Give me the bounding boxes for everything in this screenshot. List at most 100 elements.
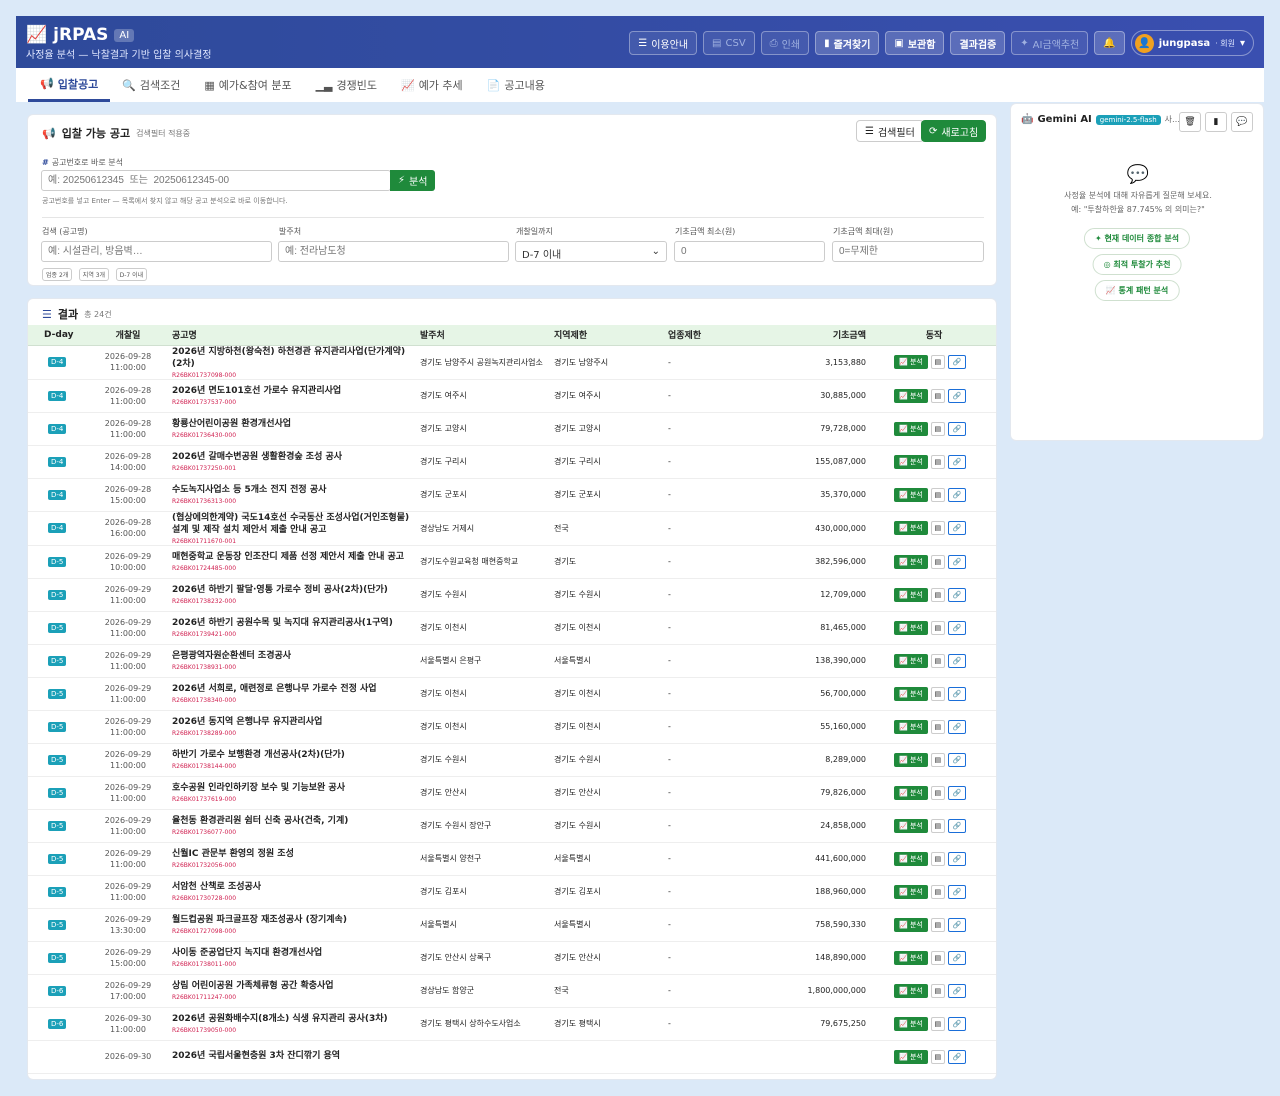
- analyze-button[interactable]: 📈 분석: [894, 653, 928, 668]
- analyze-button[interactable]: 📈 분석: [894, 752, 928, 767]
- document-icon[interactable]: ▤: [930, 653, 945, 668]
- notice-name-cell[interactable]: 수도녹지사업소 등 5개소 전지 전정 공사 R26BK01736313-000: [168, 478, 416, 512]
- pill-data-analysis[interactable]: ✦ 현재 데이터 종합 분석: [1083, 228, 1191, 249]
- notice-name-cell[interactable]: 서암천 산책로 조성공사 R26BK01730728-000: [168, 875, 416, 909]
- favorites-button[interactable]: ▮ 즐겨찾기: [815, 31, 880, 55]
- document-icon[interactable]: ▤: [930, 587, 945, 602]
- notice-name-cell[interactable]: 호수공원 인라인하키장 보수 및 기능보완 공사 R26BK01737619-00…: [168, 776, 416, 810]
- min-amount-input[interactable]: [674, 241, 825, 262]
- link-icon[interactable]: 🔗: [947, 587, 966, 602]
- notice-name-cell[interactable]: 월드컵공원 파크골프장 재조성공사 (장기계속) R26BK01727098-00…: [168, 908, 416, 942]
- col-agency[interactable]: 발주처: [416, 325, 550, 346]
- table-row[interactable]: D-4 2026-09-28 14:00:00 2026년 갈매수변공원 생활환경숲 …: [28, 445, 996, 479]
- analyze-button[interactable]: 📈 분석: [894, 487, 928, 502]
- document-icon[interactable]: ▤: [930, 454, 945, 469]
- table-row[interactable]: D-5 2026-09-29 11:00:00 서암천 산책로 조성공사 R26BK01…: [28, 875, 996, 909]
- table-row[interactable]: D-5 2026-09-29 11:00:00 신월IC 관문부 환영의 정원 조성 R…: [28, 842, 996, 876]
- analyze-button[interactable]: 📈 분석: [894, 454, 928, 469]
- table-row[interactable]: D-5 2026-09-29 11:00:00 2026년 하반기 공원수목 및 녹지…: [28, 611, 996, 645]
- link-icon[interactable]: 🔗: [947, 487, 966, 502]
- table-row[interactable]: D-4 2026-09-28 15:00:00 수도녹지사업소 등 5개소 전지 전정…: [28, 478, 996, 512]
- analyze-button[interactable]: 📈 분석: [894, 983, 928, 998]
- csv-button[interactable]: ▤ CSV: [703, 31, 755, 55]
- tab-trend[interactable]: 📈 예가 추세: [389, 68, 475, 102]
- notice-name-cell[interactable]: 매현중학교 운동장 인조잔디 제품 선정 제안서 제출 안내 공고 R26BK01…: [168, 545, 416, 579]
- link-icon[interactable]: 🔗: [947, 554, 966, 569]
- link-icon[interactable]: 🔗: [947, 917, 966, 932]
- agency-input[interactable]: [278, 241, 509, 262]
- document-icon[interactable]: ▤: [930, 686, 945, 701]
- table-row[interactable]: D-5 2026-09-29 11:00:00 율천동 환경관리원 쉼터 신축 공사(…: [28, 809, 996, 843]
- notice-name-cell[interactable]: 사이동 준공업단지 녹지대 환경개선사업 R26BK01738011-000: [168, 941, 416, 975]
- document-icon[interactable]: ▤: [930, 388, 945, 403]
- app-logo[interactable]: 📈 jRPAS AI: [26, 25, 135, 45]
- table-row[interactable]: D-5 2026-09-29 15:00:00 사이동 준공업단지 녹지대 환경개선사…: [28, 941, 996, 975]
- table-row[interactable]: D-6 2026-09-30 11:00:00 2026년 공원화배수지(8개소) 식…: [28, 1007, 996, 1041]
- table-row[interactable]: D-4 2026-09-28 16:00:00 (협상에의한계약) 국도14호선 수국…: [28, 511, 996, 546]
- document-icon[interactable]: ▤: [930, 620, 945, 635]
- bookmark-icon[interactable]: ▮: [1205, 112, 1227, 132]
- document-icon[interactable]: ▤: [930, 521, 945, 535]
- notice-name-cell[interactable]: 율천동 환경관리원 쉼터 신축 공사(건축, 기계) R26BK01736077-…: [168, 809, 416, 843]
- document-icon[interactable]: ▤: [930, 719, 945, 734]
- search-filter-button[interactable]: ☰ 검색필터: [856, 120, 924, 142]
- print-button[interactable]: ⎙ 인쇄: [760, 31, 810, 55]
- keyword-input[interactable]: [41, 241, 272, 262]
- archive-button[interactable]: ▣ 보관함: [885, 31, 945, 55]
- table-row[interactable]: D-4 2026-09-28 11:00:00 2026년 면도101호선 가로수 유…: [28, 379, 996, 413]
- chip-industry[interactable]: 업종 2개: [42, 268, 73, 281]
- link-icon[interactable]: 🔗: [947, 653, 966, 668]
- table-row[interactable]: D-5 2026-09-29 11:00:00 은평광역자원순환센터 조경공사 R26B…: [28, 644, 996, 678]
- link-icon[interactable]: 🔗: [947, 950, 966, 965]
- link-icon[interactable]: 🔗: [947, 752, 966, 767]
- col-dday[interactable]: D-day: [28, 325, 88, 346]
- trash-icon[interactable]: 🗑: [1179, 112, 1201, 132]
- analyze-button[interactable]: 📈 분석: [894, 521, 928, 535]
- pill-optimal-bid[interactable]: ◎ 최적 투찰가 추천: [1092, 254, 1182, 275]
- chip-date[interactable]: D-7 이내: [115, 268, 148, 281]
- notification-button[interactable]: 🔔: [1094, 31, 1125, 55]
- notice-name-cell[interactable]: 2026년 서희로, 애련정로 은행나무 가로수 전정 사업 R26BK01738…: [168, 677, 416, 711]
- direct-analyze-button[interactable]: ⚡ 분석: [390, 170, 436, 191]
- tab-distribution[interactable]: ▦ 예가&참여 분포: [192, 68, 303, 102]
- chip-region[interactable]: 지역 3개: [78, 268, 110, 281]
- notice-name-cell[interactable]: 2026년 국립서울현충원 3차 잔디깎기 용역: [168, 1040, 416, 1074]
- table-row[interactable]: D-5 2026-09-29 13:30:00 월드컵공원 파크골프장 재조성공사 (…: [28, 908, 996, 942]
- open-date-select[interactable]: D-7 이내 ⌄: [515, 241, 667, 262]
- document-icon[interactable]: ▤: [930, 1016, 945, 1031]
- analyze-button[interactable]: 📈 분석: [894, 388, 928, 403]
- ai-recommend-button[interactable]: ✦ AI금액추천: [1011, 31, 1089, 55]
- table-row[interactable]: D-5 2026-09-29 11:00:00 호수공원 인라인하키장 보수 및 기능…: [28, 776, 996, 810]
- link-icon[interactable]: 🔗: [947, 388, 966, 403]
- analyze-button[interactable]: 📈 분석: [894, 421, 928, 436]
- link-icon[interactable]: 🔗: [947, 355, 966, 369]
- table-row[interactable]: D-4 2026-09-28 11:00:00 황룡산어린이공원 환경개선사업 R26B…: [28, 412, 996, 446]
- analyze-button[interactable]: 📈 분석: [894, 950, 928, 965]
- document-icon[interactable]: ▤: [930, 421, 945, 436]
- col-amount[interactable]: 기초금액: [764, 325, 870, 346]
- notice-name-cell[interactable]: 신월IC 관문부 환영의 정원 조성 R26BK01732056-000: [168, 842, 416, 876]
- notice-name-cell[interactable]: 2026년 공원화배수지(8개소) 식생 유지관리 공사(3차) R26BK017…: [168, 1007, 416, 1041]
- document-icon[interactable]: ▤: [930, 1049, 945, 1064]
- document-icon[interactable]: ▤: [930, 884, 945, 899]
- table-row[interactable]: D-5 2026-09-29 11:00:00 2026년 하반기 팔달·영통 가로수…: [28, 578, 996, 612]
- table-row[interactable]: D-5 2026-09-29 11:00:00 하반기 가로수 보행환경 개선공사(2…: [28, 743, 996, 777]
- link-icon[interactable]: 🔗: [947, 686, 966, 701]
- analyze-button[interactable]: 📈 분석: [894, 785, 928, 800]
- document-icon[interactable]: ▤: [930, 785, 945, 800]
- analyze-button[interactable]: 📈 분석: [894, 587, 928, 602]
- col-industry[interactable]: 업종제한: [664, 325, 764, 346]
- analyze-button[interactable]: 📈 분석: [894, 719, 928, 734]
- document-icon[interactable]: ▤: [930, 983, 945, 998]
- col-date[interactable]: 개찰일: [88, 325, 168, 346]
- link-icon[interactable]: 🔗: [947, 521, 966, 535]
- analyze-button[interactable]: 📈 분석: [894, 1016, 928, 1031]
- verify-button[interactable]: 결과검증: [950, 31, 1006, 55]
- analyze-button[interactable]: 📈 분석: [894, 884, 928, 899]
- link-icon[interactable]: 🔗: [947, 818, 966, 833]
- document-icon[interactable]: ▤: [930, 818, 945, 833]
- notice-name-cell[interactable]: (협상에의한계약) 국도14호선 수국동산 조성사업(거인조형물) 설계 및 제…: [168, 511, 416, 546]
- table-row[interactable]: D-5 2026-09-29 10:00:00 매현중학교 운동장 인조잔디 제품 선…: [28, 545, 996, 579]
- user-menu[interactable]: 👤 jungpasa · 회원 ▾: [1130, 30, 1254, 56]
- analyze-button[interactable]: 📈 분석: [894, 1049, 928, 1064]
